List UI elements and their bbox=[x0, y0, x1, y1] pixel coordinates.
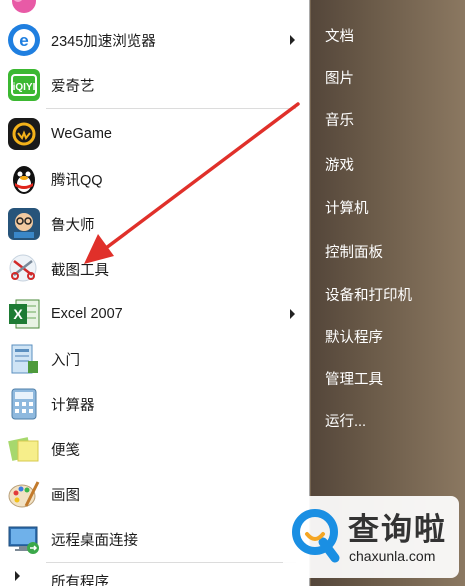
ludashi-icon bbox=[4, 204, 44, 244]
start-menu-program-list: e 2345加速浏览器 iQIYI 爱奇艺 WeGame 腾讯QQ 鲁大师 截图… bbox=[0, 0, 310, 586]
right-item-admin-tools[interactable]: 管理工具 bbox=[325, 368, 383, 389]
wegame-icon bbox=[4, 114, 44, 154]
program-item-snipping-tool[interactable]: 截图工具 bbox=[0, 247, 305, 291]
program-label: 画图 bbox=[51, 487, 80, 504]
sticky-notes-icon bbox=[4, 429, 44, 469]
program-item-tencent-qq[interactable]: 腾讯QQ bbox=[0, 157, 305, 201]
program-label: 爱奇艺 bbox=[51, 78, 95, 95]
submenu-arrow-icon[interactable] bbox=[290, 309, 295, 319]
menu-separator bbox=[46, 108, 296, 109]
program-label: 鲁大师 bbox=[51, 217, 95, 234]
getting-started-icon bbox=[4, 339, 44, 379]
browser-2345-icon: e bbox=[4, 20, 44, 60]
watermark-badge: 查询啦 chaxunla.com bbox=[283, 496, 459, 578]
program-label: 计算器 bbox=[51, 397, 95, 414]
program-label: 便笺 bbox=[51, 442, 80, 459]
submenu-arrow-icon[interactable] bbox=[290, 35, 295, 45]
svg-text:X: X bbox=[13, 306, 23, 322]
paint-icon bbox=[4, 474, 44, 514]
program-label: 远程桌面连接 bbox=[51, 532, 138, 549]
right-item-run[interactable]: 运行... bbox=[325, 410, 366, 431]
program-item-2345-browser[interactable]: e 2345加速浏览器 bbox=[0, 18, 305, 62]
program-item-ludashi[interactable]: 鲁大师 bbox=[0, 202, 305, 246]
program-item-iqiyi[interactable]: iQIYI 爱奇艺 bbox=[0, 63, 305, 107]
program-item-getting-started[interactable]: 入门 bbox=[0, 337, 305, 381]
program-label: 腾讯QQ bbox=[51, 172, 103, 189]
program-label: 入门 bbox=[51, 352, 80, 369]
program-item-excel-2007[interactable]: X Excel 2007 bbox=[0, 292, 305, 336]
program-label: 截图工具 bbox=[51, 262, 109, 279]
expand-arrow-icon bbox=[15, 571, 20, 581]
program-label: Excel 2007 bbox=[51, 306, 123, 322]
iqiyi-icon: iQIYI bbox=[4, 65, 44, 105]
right-item-default-programs[interactable]: 默认程序 bbox=[325, 326, 383, 347]
qq-penguin-icon bbox=[4, 159, 44, 199]
right-item-devices-printers[interactable]: 设备和打印机 bbox=[325, 284, 412, 305]
snipping-tool-icon bbox=[4, 249, 44, 289]
remote-desktop-icon bbox=[4, 519, 44, 559]
program-label: 2345加速浏览器 bbox=[51, 33, 156, 50]
program-item-paint[interactable]: 画图 bbox=[0, 472, 305, 516]
watermark-brand: 查询啦 bbox=[348, 512, 447, 548]
right-item-pictures[interactable]: 图片 bbox=[325, 67, 354, 88]
svg-text:e: e bbox=[19, 31, 28, 50]
right-item-games[interactable]: 游戏 bbox=[325, 154, 354, 175]
program-item-calculator[interactable]: 计算器 bbox=[0, 382, 305, 426]
watermark-url: chaxunla.com bbox=[349, 548, 436, 564]
svg-text:iQIYI: iQIYI bbox=[13, 82, 36, 93]
program-item-remote-desktop[interactable]: 远程桌面连接 bbox=[0, 517, 305, 561]
program-item-wegame[interactable]: WeGame bbox=[0, 112, 305, 156]
partial-app-icon bbox=[4, 0, 44, 16]
right-item-music[interactable]: 音乐 bbox=[325, 109, 354, 130]
excel-icon: X bbox=[4, 294, 44, 334]
all-programs-item[interactable]: 所有程序 bbox=[0, 562, 305, 586]
right-item-documents[interactable]: 文档 bbox=[325, 25, 354, 46]
right-item-computer[interactable]: 计算机 bbox=[325, 197, 369, 218]
right-item-control-panel[interactable]: 控制面板 bbox=[325, 241, 383, 262]
program-item-partial-top[interactable] bbox=[0, 0, 305, 18]
program-item-sticky-notes[interactable]: 便笺 bbox=[0, 427, 305, 471]
all-programs-label: 所有程序 bbox=[51, 575, 109, 586]
program-label: WeGame bbox=[51, 126, 112, 142]
calculator-icon bbox=[4, 384, 44, 424]
search-logo-icon bbox=[292, 509, 340, 563]
